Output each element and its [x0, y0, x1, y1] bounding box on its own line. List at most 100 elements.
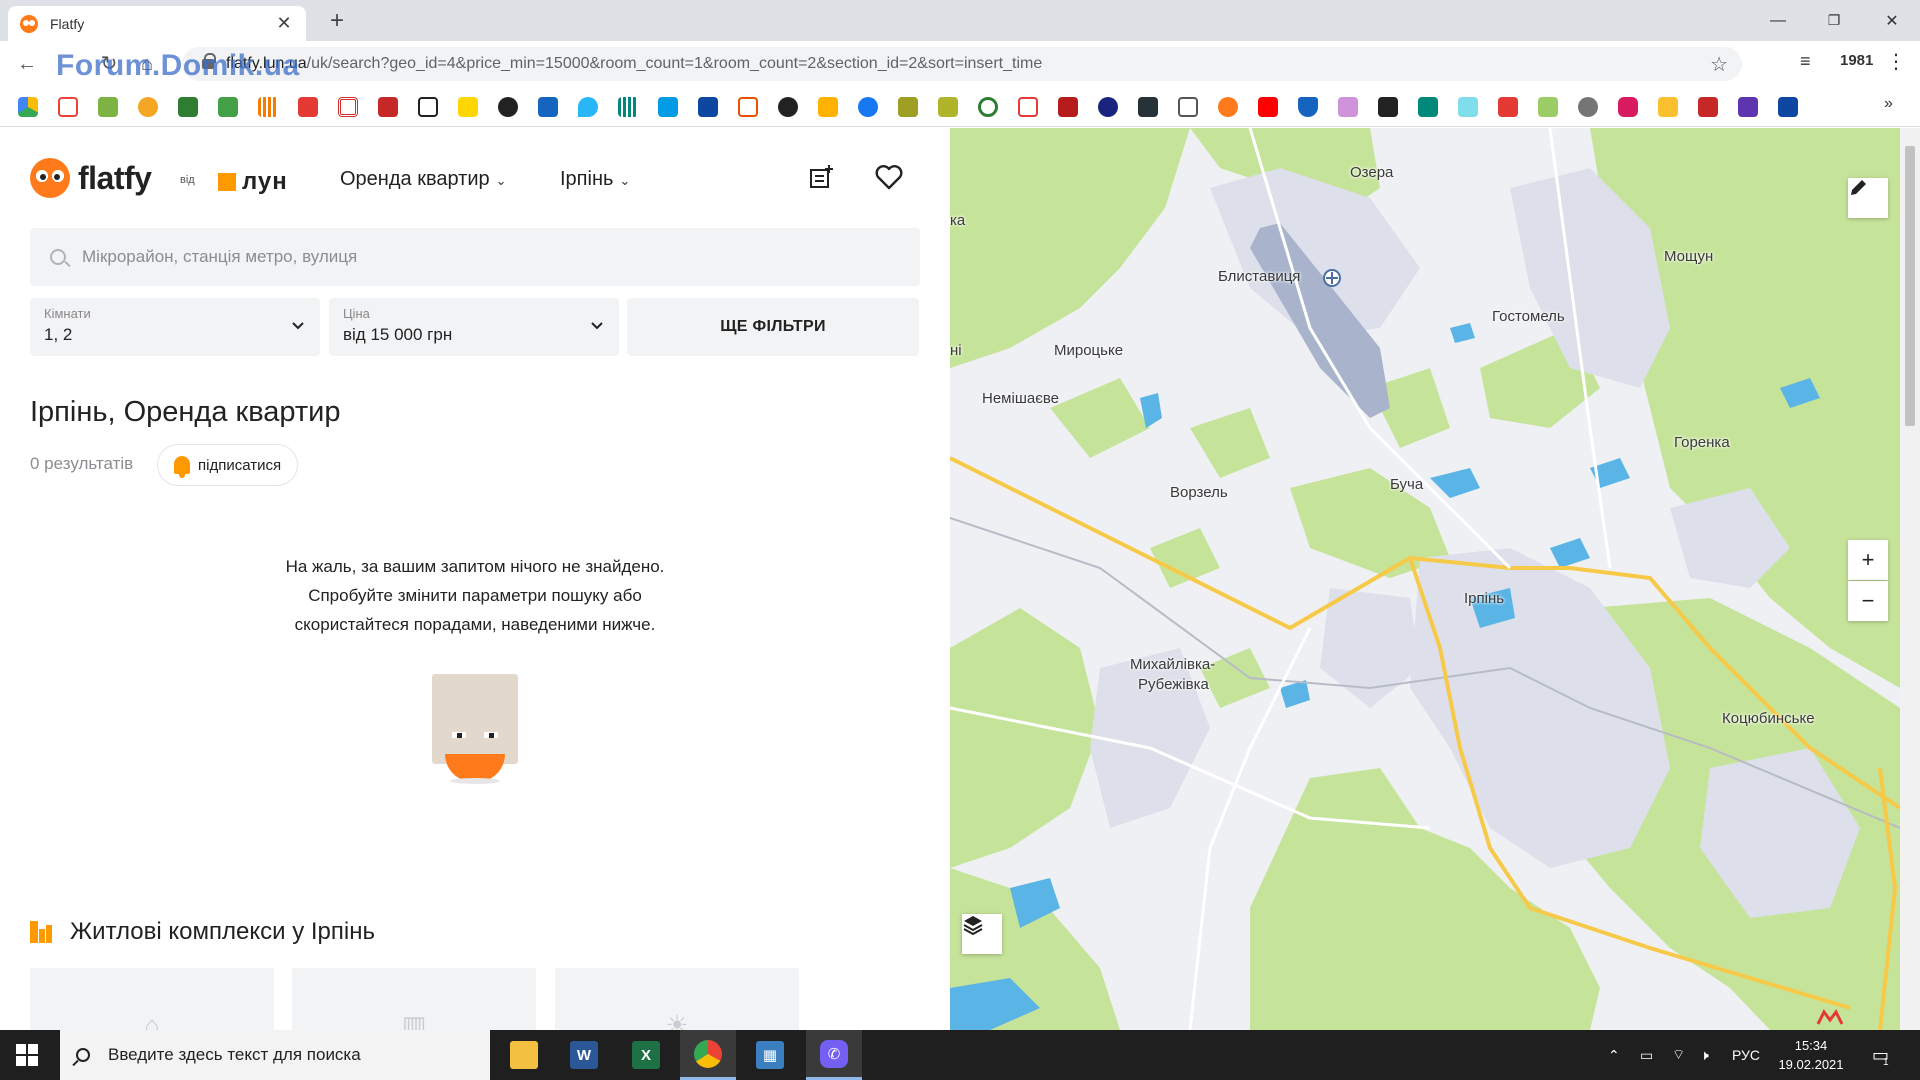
back-arrow-icon[interactable]: ← [12, 49, 42, 79]
w2-bookmark-icon[interactable] [1538, 97, 1558, 117]
file-explorer-taskbar-icon[interactable] [496, 1030, 552, 1080]
window-minimize-button[interactable]: — [1750, 0, 1806, 41]
volume-muted-icon[interactable]: 🕨 [1700, 1030, 1709, 1080]
wifi-icon[interactable]: ⌔ [1672, 1030, 1685, 1080]
taskbar-clock[interactable]: 15:34 19.02.2021 [1774, 1036, 1848, 1074]
target-bookmark-icon[interactable] [338, 97, 358, 117]
map-layers-icon[interactable] [962, 914, 1002, 954]
iz-bookmark-icon[interactable] [1738, 97, 1758, 117]
signature-bookmark-icon[interactable] [418, 97, 438, 117]
medical-bookmark-icon[interactable] [218, 97, 238, 117]
complex-card[interactable]: ▥ [292, 968, 536, 1030]
nova-poshta-bookmark-icon[interactable] [458, 97, 478, 117]
flatfy-bookmark-icon[interactable] [1218, 97, 1238, 117]
cat-bookmark-icon[interactable] [1378, 97, 1398, 117]
bkr-bookmark-icon[interactable] [1458, 97, 1478, 117]
chrome-taskbar-icon[interactable] [680, 1030, 736, 1080]
lun-logo[interactable]: лун [218, 168, 288, 196]
facebook-bookmark-icon[interactable] [858, 97, 878, 117]
bookmarks-overflow-icon[interactable]: » [1884, 95, 1893, 113]
kk-bookmark-icon[interactable] [1138, 97, 1158, 117]
ub-bookmark-icon[interactable] [698, 97, 718, 117]
add-listing-icon[interactable] [806, 164, 836, 194]
complex-card[interactable]: ☀ [555, 968, 799, 1030]
word-taskbar-icon[interactable]: W [556, 1030, 612, 1080]
zoom-out-button[interactable]: − [1848, 581, 1888, 621]
circle-bookmark-icon[interactable] [978, 97, 998, 117]
dot-bookmark-icon[interactable] [778, 97, 798, 117]
grid-bookmark-icon[interactable] [898, 97, 918, 117]
y-bookmark-icon[interactable] [1658, 97, 1678, 117]
excel-taskbar-icon[interactable]: X [618, 1030, 674, 1080]
calculator-taskbar-icon[interactable]: ▦ [742, 1030, 798, 1080]
window-close-button[interactable]: ✕ [1864, 0, 1920, 41]
mail-bookmark-icon[interactable] [98, 97, 118, 117]
viber-taskbar-icon[interactable]: ✆ [806, 1030, 862, 1080]
tab-title: Flatfy [50, 15, 85, 32]
privat-bookmark-icon[interactable] [178, 97, 198, 117]
map-label-irpin: Ірпінь [1464, 590, 1505, 607]
drop-bookmark-icon[interactable] [578, 97, 598, 117]
browser-menu-icon[interactable]: ⋮ [1886, 49, 1906, 74]
rooms-filter[interactable]: Кімнати 1, 2 [30, 298, 320, 356]
favorites-heart-icon[interactable] [874, 164, 904, 194]
complex-card[interactable]: ⌂ [30, 968, 274, 1030]
windows-start-icon[interactable] [16, 1044, 38, 1066]
folder-bookmark-icon[interactable] [818, 97, 838, 117]
scrollbar-thumb[interactable] [1905, 146, 1915, 426]
address-bar[interactable]: flatfy.lun.ua/uk/search?geo_id=4&price_m… [182, 47, 1742, 81]
location-search-input[interactable] [82, 247, 882, 267]
residential-complexes-title: Житлові комплекси у Ірпінь [70, 918, 375, 945]
shield-bookmark-icon[interactable] [1298, 97, 1318, 117]
taskbar-search[interactable]: Введите здесь текст для поиска [60, 1030, 490, 1080]
youtube-bookmark-icon[interactable] [1258, 97, 1278, 117]
f2-bookmark-icon[interactable] [1498, 97, 1518, 117]
more-filters-button[interactable]: ЩЕ ФІЛЬТРИ [627, 298, 919, 356]
price-filter[interactable]: Ціна від 15 000 грн [329, 298, 619, 356]
new-tab-button[interactable]: + [322, 6, 352, 36]
bookmark-star-icon[interactable]: ☆ [1710, 52, 1728, 77]
browser-tab[interactable]: Flatfy ✕ [8, 6, 306, 41]
flatfy-logo[interactable]: flatfy [30, 158, 152, 198]
map-panel[interactable]: Озера Блиставиця Мощун Гостомель Мироцьк… [950, 128, 1900, 1030]
window-maximize-button[interactable]: ❐ [1806, 0, 1862, 41]
aa-bookmark-icon[interactable] [1698, 97, 1718, 117]
battery-icon[interactable]: ▭ [1640, 1030, 1653, 1080]
red-bookmark-icon[interactable] [298, 97, 318, 117]
teal-bookmark-icon[interactable] [1418, 97, 1438, 117]
extension-badge[interactable]: 1981 [1840, 52, 1873, 69]
k-bookmark-icon[interactable] [1058, 97, 1078, 117]
clock-date: 19.02.2021 [1778, 1057, 1844, 1072]
m-bookmark-icon[interactable] [378, 97, 398, 117]
input-language[interactable]: РУС [1732, 1030, 1760, 1080]
subscribe-button[interactable]: підписатися [157, 444, 299, 486]
globe-bookmark-icon[interactable] [1578, 97, 1598, 117]
grid2-bookmark-icon[interactable] [938, 97, 958, 117]
c-bookmark-icon[interactable] [1098, 97, 1118, 117]
tab-close-icon[interactable]: ✕ [274, 13, 294, 34]
m2-bookmark-icon[interactable] [738, 97, 758, 117]
draw-area-pencil-icon[interactable] [1848, 178, 1888, 218]
ubs-bookmark-icon[interactable] [538, 97, 558, 117]
stripes-bookmark-icon[interactable] [258, 97, 278, 117]
instagram-bookmark-icon[interactable] [1618, 97, 1638, 117]
building-bookmark-icon[interactable] [1178, 97, 1198, 117]
empty-results-message: На жаль, за вашим запитом нічого не знай… [170, 552, 780, 639]
city-dropdown[interactable]: Ірпінь ⌄ [560, 168, 630, 191]
ua-bookmark-icon[interactable] [138, 97, 158, 117]
w-bookmark-icon[interactable] [1338, 97, 1358, 117]
blue-bookmark-icon[interactable] [1778, 97, 1798, 117]
section-dropdown[interactable]: Оренда квартир ⌄ [340, 168, 507, 191]
gmail-bookmark-icon[interactable] [58, 97, 78, 117]
google-drive-bookmark-icon[interactable] [18, 97, 38, 117]
f-bookmark-icon[interactable] [658, 97, 678, 117]
page-scrollbar[interactable] [1900, 128, 1920, 1030]
zoom-in-button[interactable]: + [1848, 540, 1888, 580]
channel24-bookmark-icon[interactable] [498, 97, 518, 117]
tray-chevron-up-icon[interactable]: ⌃ [1608, 1030, 1620, 1080]
ch-bookmark-icon[interactable] [1018, 97, 1038, 117]
notifications-icon[interactable]: ▭ 1 [1872, 1030, 1889, 1080]
location-search[interactable] [30, 228, 920, 286]
reading-list-icon[interactable]: ≡ [1800, 51, 1811, 72]
bars-bookmark-icon[interactable] [618, 97, 638, 117]
